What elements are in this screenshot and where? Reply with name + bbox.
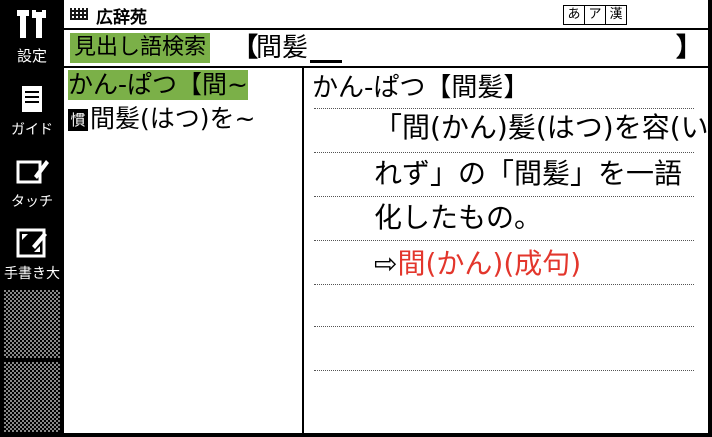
bracket-open: 【 (232, 33, 259, 63)
text-cursor (310, 60, 342, 63)
grid-icon (70, 8, 88, 20)
device-screen: 設定 ガイド タッチ 手書き大 広辞苑 あ ア 漢 見出し語検索 【 間髪 】 … (0, 0, 712, 437)
list-item-text: かん‐ぱつ【間~ (68, 70, 248, 99)
title-bar: 広辞苑 あ ア 漢 (64, 0, 708, 30)
mode-katakana[interactable]: ア (584, 5, 606, 25)
touch-pen-icon (16, 160, 49, 184)
dotted-rule (314, 370, 694, 371)
bracket-close: 】 (675, 33, 702, 63)
document-icon (22, 86, 42, 112)
sidebar-empty-slot (4, 290, 60, 358)
sidebar: 設定 ガイド タッチ 手書き大 (0, 0, 64, 437)
definition-line: 化したもの。 (374, 201, 543, 234)
cross-reference[interactable]: ⇨間(かん)(成句) (374, 244, 581, 284)
search-query: 間髪 (256, 33, 309, 63)
dotted-rule (314, 196, 694, 197)
search-bar: 見出し語検索 【 間髪 】 (64, 30, 708, 68)
sidebar-handwriting-button[interactable]: 手書き大 (4, 220, 60, 286)
sidebar-guide-label: ガイド (11, 122, 53, 138)
sidebar-touch-label: タッチ (11, 194, 53, 210)
dotted-rule (314, 326, 694, 327)
idiom-badge: 慣 (68, 109, 88, 131)
sidebar-handwriting-label: 手書き大 (4, 266, 60, 282)
list-item[interactable]: 慣間髪(はつ)を~ (68, 104, 255, 134)
reference-arrow-icon: ⇨ (374, 247, 398, 280)
sidebar-guide-button[interactable]: ガイド (4, 76, 60, 142)
list-item[interactable]: かん‐ぱつ【間~ (68, 70, 248, 100)
sidebar-settings-button[interactable]: 設定 (4, 2, 60, 68)
definition-line: 「間(かん)髪(はつ)を容(い) (374, 111, 712, 144)
reference-link[interactable]: 間(かん)(成句) (397, 247, 581, 280)
mode-kanji[interactable]: 漢 (605, 5, 627, 25)
sidebar-touch-button[interactable]: タッチ (4, 148, 60, 214)
sidebar-settings-label: 設定 (16, 47, 47, 65)
entry-detail: かん‐ぱつ【間髪】 「間(かん)髪(はつ)を容(い) れず」の「間髪」を一語 化… (306, 68, 712, 433)
sidebar-empty-slot (4, 362, 60, 432)
dotted-rule (314, 284, 694, 285)
entry-headword: かん‐ぱつ【間髪】 (312, 73, 530, 103)
main-panel: 広辞苑 あ ア 漢 見出し語検索 【 間髪 】 かん‐ぱつ【間~ 慣間髪(はつ)… (64, 0, 712, 433)
result-list: かん‐ぱつ【間~ 慣間髪(はつ)を~ (64, 68, 304, 433)
search-input[interactable]: 【 間髪 】 (232, 31, 702, 65)
definition-line: れず」の「間髪」を一語 (374, 157, 683, 190)
dotted-rule (314, 152, 694, 153)
tools-icon (17, 10, 46, 38)
dotted-rule (314, 240, 694, 241)
mode-hiragana[interactable]: あ (563, 5, 585, 25)
search-mode-label: 見出し語検索 (70, 33, 211, 63)
dictionary-title: 広辞苑 (96, 8, 147, 28)
list-item-text: 間髪(はつ)を~ (90, 104, 256, 133)
input-mode-tabs: あ ア 漢 (563, 5, 627, 25)
expand-handwriting-icon (16, 228, 47, 258)
